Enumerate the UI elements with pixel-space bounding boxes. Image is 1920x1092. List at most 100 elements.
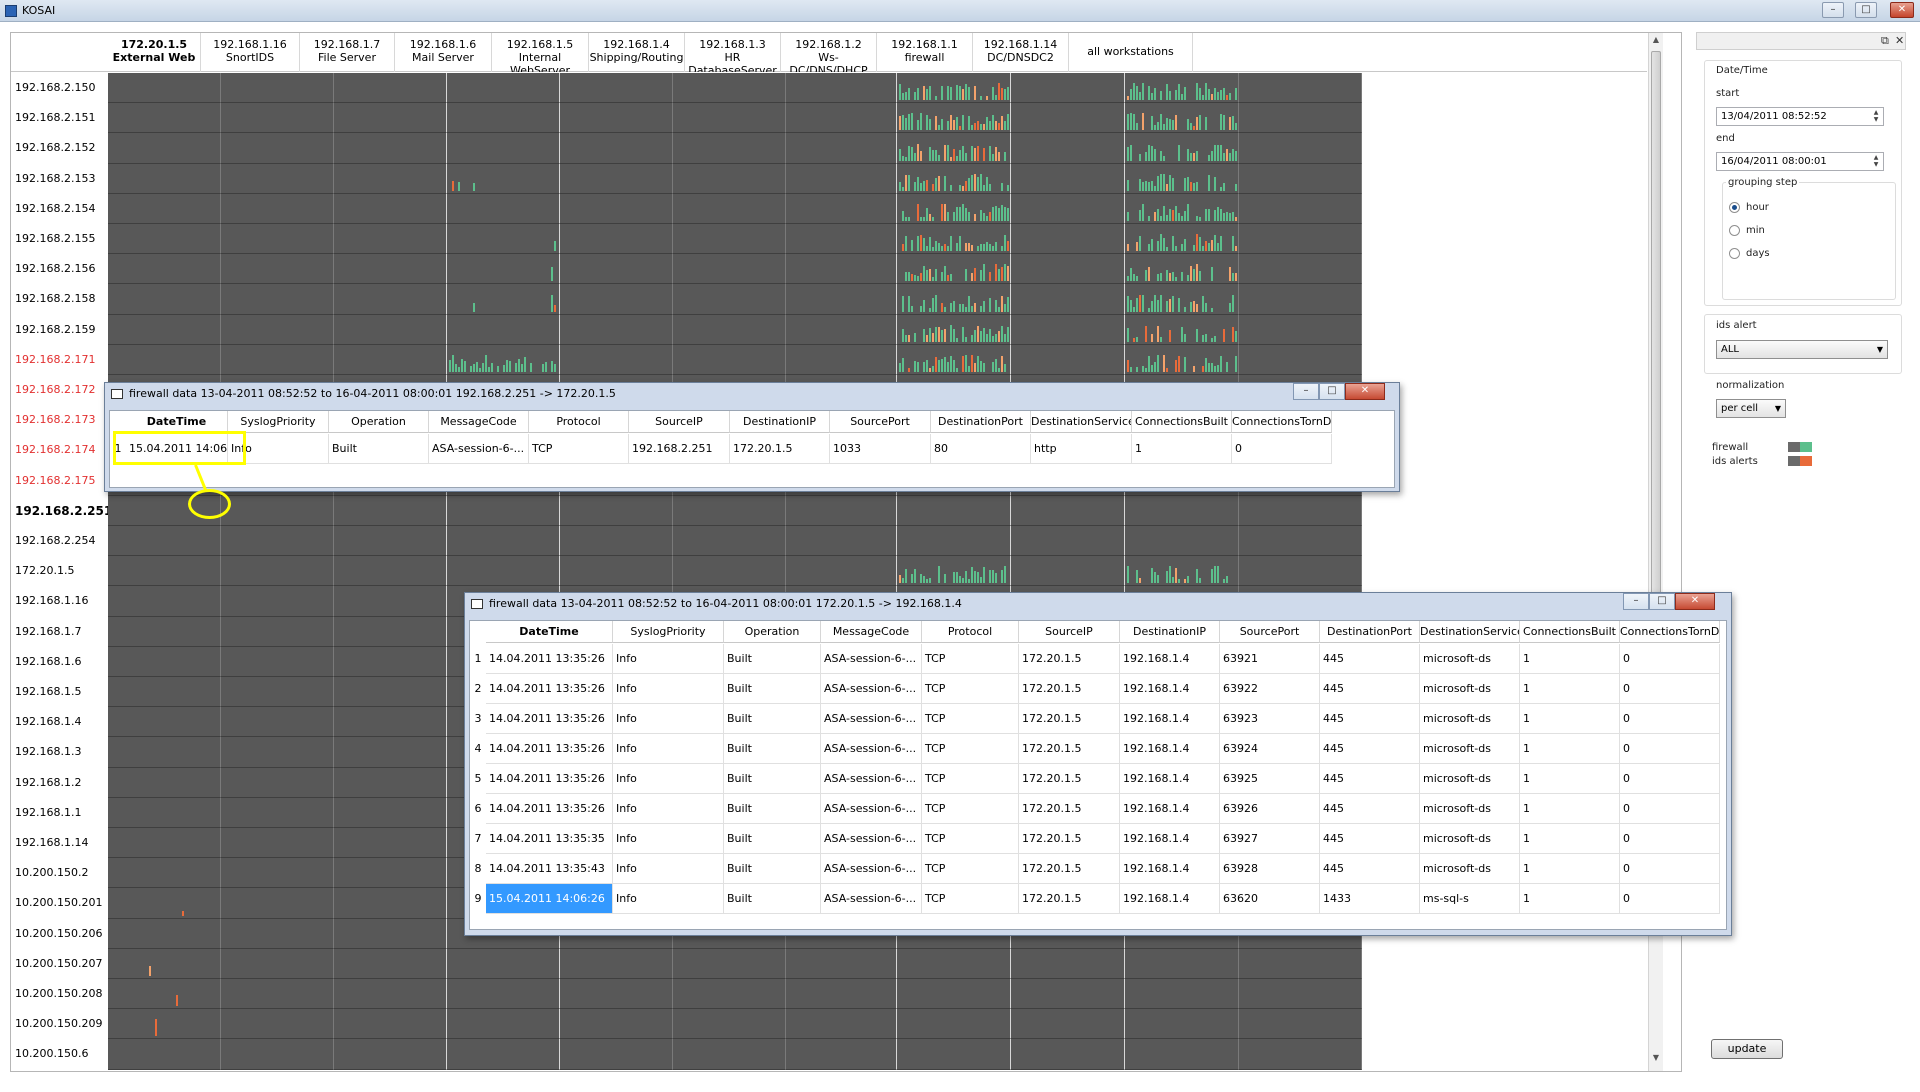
table-cell[interactable]: microsoft-ds bbox=[1420, 824, 1520, 854]
matrix-cell[interactable] bbox=[334, 193, 447, 224]
matrix-cell[interactable] bbox=[786, 224, 897, 255]
table-cell[interactable]: 63923 bbox=[1220, 704, 1320, 734]
matrix-cell[interactable] bbox=[221, 254, 334, 285]
matrix-cell[interactable] bbox=[560, 344, 673, 375]
minimize-icon[interactable]: – bbox=[1822, 2, 1844, 18]
table-header-cell[interactable]: DateTime bbox=[486, 621, 613, 643]
row-label[interactable]: 10.200.150.6 bbox=[15, 1039, 88, 1069]
table-cell[interactable]: 1 bbox=[1520, 764, 1620, 794]
row-label[interactable]: 10.200.150.206 bbox=[15, 919, 102, 949]
table-cell[interactable]: 192.168.1.4 bbox=[1120, 854, 1220, 884]
radio-days[interactable] bbox=[1729, 248, 1740, 259]
matrix-cell[interactable] bbox=[221, 344, 334, 375]
table-cell[interactable]: 192.168.1.4 bbox=[1120, 824, 1220, 854]
row-label[interactable]: 192.168.1.2 bbox=[15, 768, 81, 798]
matrix-cell[interactable] bbox=[108, 677, 221, 708]
matrix-cell[interactable] bbox=[334, 495, 447, 526]
matrix-cell[interactable] bbox=[108, 586, 221, 617]
table-cell[interactable]: TCP bbox=[529, 434, 629, 464]
row-label[interactable]: 10.200.150.207 bbox=[15, 949, 102, 979]
table-cell[interactable]: 172.20.1.5 bbox=[1019, 794, 1120, 824]
matrix-cell[interactable] bbox=[108, 284, 221, 315]
matrix-cell[interactable] bbox=[108, 1009, 221, 1040]
table-cell[interactable]: 192.168.1.4 bbox=[1120, 734, 1220, 764]
row-label[interactable]: 192.168.2.151 bbox=[15, 103, 95, 133]
row-label[interactable]: 192.168.2.254 bbox=[15, 526, 95, 556]
minimize-icon[interactable]: – bbox=[1293, 383, 1319, 400]
table-cell[interactable]: 192.168.1.4 bbox=[1120, 674, 1220, 704]
matrix-cell[interactable] bbox=[1011, 344, 1125, 375]
matrix-cell[interactable] bbox=[221, 495, 334, 526]
row-label[interactable]: 172.20.1.5 bbox=[15, 556, 74, 586]
table-cell[interactable]: Info bbox=[613, 644, 724, 674]
row-label[interactable]: 192.168.2.175 bbox=[15, 466, 95, 496]
row-label[interactable]: 192.168.2.172 bbox=[15, 375, 95, 405]
matrix-cell[interactable] bbox=[447, 495, 560, 526]
table-cell[interactable]: 445 bbox=[1320, 644, 1420, 674]
matrix-cell[interactable] bbox=[786, 1039, 897, 1070]
table-cell[interactable]: TCP bbox=[922, 704, 1019, 734]
matrix-cell[interactable] bbox=[221, 284, 334, 315]
matrix-cell[interactable] bbox=[673, 526, 786, 557]
table-cell[interactable]: TCP bbox=[922, 674, 1019, 704]
matrix-cell[interactable] bbox=[673, 193, 786, 224]
matrix-cell[interactable] bbox=[108, 314, 221, 345]
maximize-icon[interactable]: □ bbox=[1319, 383, 1345, 400]
table-header-cell[interactable]: DateTime bbox=[126, 411, 228, 433]
row-label[interactable]: 192.168.2.155 bbox=[15, 224, 95, 254]
matrix-cell[interactable] bbox=[560, 103, 673, 134]
matrix-cell[interactable] bbox=[447, 979, 560, 1010]
matrix-cell[interactable] bbox=[334, 707, 447, 738]
table-cell[interactable]: 63928 bbox=[1220, 854, 1320, 884]
table-header-cell[interactable]: DestinationIP bbox=[730, 411, 830, 433]
matrix-cell[interactable] bbox=[221, 73, 334, 104]
table-cell[interactable]: Info bbox=[613, 704, 724, 734]
matrix-cell[interactable] bbox=[1011, 103, 1125, 134]
table-header-cell[interactable]: SourcePort bbox=[1220, 621, 1320, 643]
matrix-cell[interactable] bbox=[447, 556, 560, 587]
close-icon[interactable]: ✕ bbox=[1890, 2, 1914, 18]
matrix-cell[interactable] bbox=[334, 133, 447, 164]
table-cell[interactable]: Built bbox=[724, 824, 821, 854]
matrix-cell[interactable] bbox=[560, 224, 673, 255]
matrix-cell[interactable] bbox=[1239, 314, 1362, 345]
matrix-cell[interactable] bbox=[673, 314, 786, 345]
table-cell[interactable]: 14.04.2011 13:35:26 bbox=[486, 794, 613, 824]
matrix-cell[interactable] bbox=[108, 103, 221, 134]
table-cell[interactable]: microsoft-ds bbox=[1420, 794, 1520, 824]
matrix-cell[interactable] bbox=[221, 103, 334, 134]
matrix-cell[interactable] bbox=[221, 193, 334, 224]
row-label[interactable]: 192.168.2.174 bbox=[15, 435, 95, 465]
table-cell[interactable]: 63922 bbox=[1220, 674, 1320, 704]
table-cell[interactable]: ASA-session-6-... bbox=[821, 734, 922, 764]
table-cell[interactable]: Built bbox=[724, 764, 821, 794]
matrix-cell[interactable] bbox=[1239, 948, 1362, 979]
table-cell[interactable]: ASA-session-6-... bbox=[821, 764, 922, 794]
matrix-cell[interactable] bbox=[786, 163, 897, 194]
matrix-cell[interactable] bbox=[334, 828, 447, 859]
matrix-cell[interactable] bbox=[673, 284, 786, 315]
spin-icon[interactable]: ▲ ▼ bbox=[1871, 154, 1881, 168]
table-cell[interactable]: Built bbox=[329, 434, 429, 464]
matrix-cell[interactable] bbox=[108, 193, 221, 224]
matrix-cell[interactable] bbox=[221, 586, 334, 617]
table-cell[interactable]: 172.20.1.5 bbox=[1019, 674, 1120, 704]
matrix-cell[interactable] bbox=[334, 163, 447, 194]
matrix-cell[interactable] bbox=[447, 1009, 560, 1040]
column-header-cell[interactable]: 192.168.1.2 Ws-DC/DNS/DHCP bbox=[781, 33, 877, 72]
table-cell[interactable]: 63925 bbox=[1220, 764, 1320, 794]
table-cell[interactable]: 445 bbox=[1320, 794, 1420, 824]
table-header-cell[interactable]: SyslogPriority bbox=[613, 621, 724, 643]
row-label[interactable]: 192.168.2.150 bbox=[15, 73, 95, 103]
table-cell[interactable]: 1 bbox=[1520, 734, 1620, 764]
matrix-cell[interactable] bbox=[560, 526, 673, 557]
table-cell[interactable]: 172.20.1.5 bbox=[1019, 704, 1120, 734]
row-label[interactable]: 192.168.1.5 bbox=[15, 677, 81, 707]
row-label[interactable]: 192.168.1.14 bbox=[15, 828, 88, 858]
table-cell[interactable]: TCP bbox=[922, 644, 1019, 674]
matrix-cell[interactable] bbox=[786, 979, 897, 1010]
matrix-cell[interactable] bbox=[221, 797, 334, 828]
matrix-cell[interactable] bbox=[221, 314, 334, 345]
table-cell[interactable]: Built bbox=[724, 794, 821, 824]
table-cell[interactable]: TCP bbox=[922, 764, 1019, 794]
